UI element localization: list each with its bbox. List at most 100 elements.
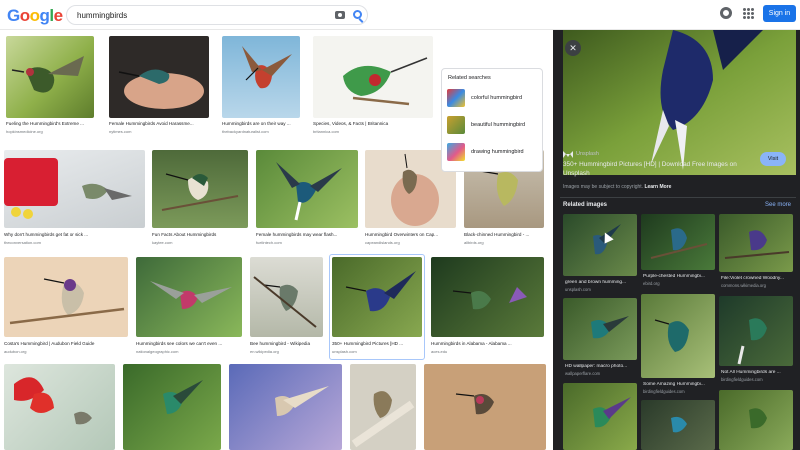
hummingbird-image — [161, 173, 239, 211]
image-result[interactable]: Bee hummingbird - Wikipedia en.wikipedia… — [250, 257, 323, 359]
image-result[interactable]: Hummingbirds in Alabama - Alabama ... ac… — [431, 257, 544, 359]
hummingbird-image — [343, 57, 428, 106]
result-caption: Black-chinned Hummingbird - ... — [464, 232, 530, 237]
related-search-thumbnail — [447, 143, 465, 161]
hummingbird-image — [345, 271, 416, 312]
related-image[interactable] — [563, 383, 637, 450]
result-source: thebackyardnaturalist.com — [222, 129, 269, 134]
hummingbird-image — [9, 278, 125, 325]
result-caption: Species, Videos, & Facts | Britannica — [313, 121, 389, 126]
image-result[interactable]: Hummingbirds are on their way ... thebac… — [222, 36, 300, 136]
related-image[interactable] — [641, 294, 715, 378]
logo-letter: G — [7, 6, 20, 25]
result-caption: Fueling the Hummingbird's Extreme ... — [6, 121, 84, 126]
search-box[interactable] — [66, 5, 368, 25]
result-caption: Bee hummingbird - Wikipedia — [250, 341, 310, 346]
result-caption: Hummingbirds are on their way ... — [222, 121, 291, 126]
result-caption: Fun Facts About Hummingbirds — [152, 232, 217, 237]
result-source: en.wikipedia.org — [250, 349, 279, 354]
related-image-caption: Purple-chested Hummingbi... — [643, 274, 705, 279]
image-result[interactable] — [229, 364, 342, 450]
preview-title[interactable]: 350+ Hummingbird Pictures [HD] | Downloa… — [563, 160, 753, 178]
sign-in-button[interactable]: Sign in — [763, 5, 796, 22]
result-caption: Why don't hummingbirds get fat or sick .… — [4, 232, 89, 237]
source-site-name[interactable]: Unsplash — [576, 151, 599, 157]
result-source: nytimes.com — [109, 129, 132, 134]
related-image-source: commons.wikimedia.org — [721, 283, 766, 288]
result-source: capeandislands.org — [365, 240, 400, 245]
result-source: theconversation.com — [4, 240, 41, 245]
hummingbird-image — [737, 318, 767, 365]
top-bar: Google Sign in — [0, 0, 800, 30]
apps-grid-icon[interactable] — [743, 8, 754, 19]
result-caption: Female Hummingbirds Avoid Harassme... — [109, 121, 194, 126]
result-source: kaytee.com — [152, 240, 173, 245]
hummingbird-image — [452, 281, 527, 310]
logo-letter: o — [19, 6, 30, 25]
image-result[interactable]: Why don't hummingbirds get fat or sick .… — [4, 150, 145, 252]
result-source: unsplash.com — [332, 349, 357, 354]
hummingbird-image — [242, 46, 292, 89]
gear-icon[interactable] — [720, 7, 732, 19]
result-source: audubon.org — [4, 349, 27, 354]
image-result[interactable]: Hummingbirds see colors we can't even ..… — [136, 257, 242, 359]
image-result-selected[interactable]: 350+ Hummingbird Pictures [HD ... unspla… — [332, 257, 422, 359]
related-image-caption: File:Violet crowned Woodny... — [721, 276, 784, 281]
image-result[interactable] — [350, 364, 416, 450]
related-image-source: ebird.org — [643, 281, 660, 286]
related-image[interactable] — [719, 296, 793, 366]
result-caption: Costa's Hummingbird | Audubon Field Guid… — [4, 341, 95, 346]
image-result[interactable] — [424, 364, 546, 450]
image-result[interactable]: Female hummingbirds may wear flash... fu… — [256, 150, 358, 252]
hummingbird-image — [654, 319, 689, 352]
image-result[interactable]: Species, Videos, & Facts | Britannica br… — [313, 36, 433, 136]
related-image-caption: HD wallpaper: macro photo... — [565, 364, 628, 369]
hummingbird-image — [749, 408, 767, 429]
hummingbird-image — [591, 316, 629, 339]
logo-letter: e — [53, 6, 63, 25]
hummingbird-image — [351, 391, 415, 448]
related-search-item[interactable]: colorful hummingbird — [445, 87, 541, 109]
image-result[interactable]: Fun Facts About Hummingbirds kaytee.com — [152, 150, 248, 252]
search-icon[interactable] — [353, 10, 362, 19]
related-images-heading: Related images — [563, 202, 608, 208]
related-image[interactable] — [719, 214, 793, 272]
result-source: allbirds.org — [464, 240, 484, 245]
image-result[interactable] — [123, 364, 221, 450]
related-image-caption: Some Amazing Hummingbi... — [643, 382, 705, 387]
related-search-thumbnail — [447, 116, 465, 134]
logo-letter: o — [29, 6, 40, 25]
related-image-caption: green and brown humming... — [565, 280, 627, 285]
close-icon[interactable]: ✕ — [565, 40, 581, 56]
result-caption: Hummingbird Overwinters on Cap... — [365, 232, 439, 237]
related-image[interactable] — [563, 298, 637, 360]
hummingbird-image — [593, 224, 621, 255]
result-caption: Hummingbirds in Alabama - Alabama ... — [431, 341, 512, 346]
image-result[interactable]: Fueling the Hummingbird's Extreme ... ho… — [6, 36, 94, 136]
image-result[interactable]: Costa's Hummingbird | Audubon Field Guid… — [4, 257, 128, 359]
camera-icon[interactable] — [335, 11, 345, 19]
related-image[interactable] — [641, 400, 715, 450]
hummingbird-image — [276, 162, 342, 221]
result-caption: Female hummingbirds may wear flash... — [256, 232, 338, 237]
related-image[interactable] — [563, 214, 637, 276]
hummingbird-image — [724, 230, 790, 259]
related-image-source: unsplash.com — [565, 287, 591, 292]
related-image[interactable] — [641, 214, 715, 270]
visit-button[interactable]: Visit — [760, 152, 786, 166]
image-result[interactable] — [4, 364, 115, 450]
related-search-item[interactable]: beautiful hummingbird — [445, 114, 541, 136]
see-more-link[interactable]: See more — [765, 202, 791, 208]
search-input[interactable] — [77, 9, 327, 22]
learn-more-link[interactable]: Learn More — [644, 184, 671, 190]
hummingbird-image — [118, 69, 204, 109]
hummingbird-image — [275, 386, 329, 416]
related-image[interactable] — [719, 390, 793, 450]
related-search-item[interactable]: drawing hummingbird — [445, 141, 541, 163]
hummingbird-image — [455, 393, 494, 415]
image-result[interactable]: Female Hummingbirds Avoid Harassme... ny… — [109, 36, 209, 136]
related-searches-card: Related searches colorful hummingbird be… — [441, 68, 543, 172]
result-source: aces.edu — [431, 349, 448, 354]
hummingbird-image — [14, 377, 92, 425]
google-logo[interactable]: Google — [7, 6, 63, 26]
